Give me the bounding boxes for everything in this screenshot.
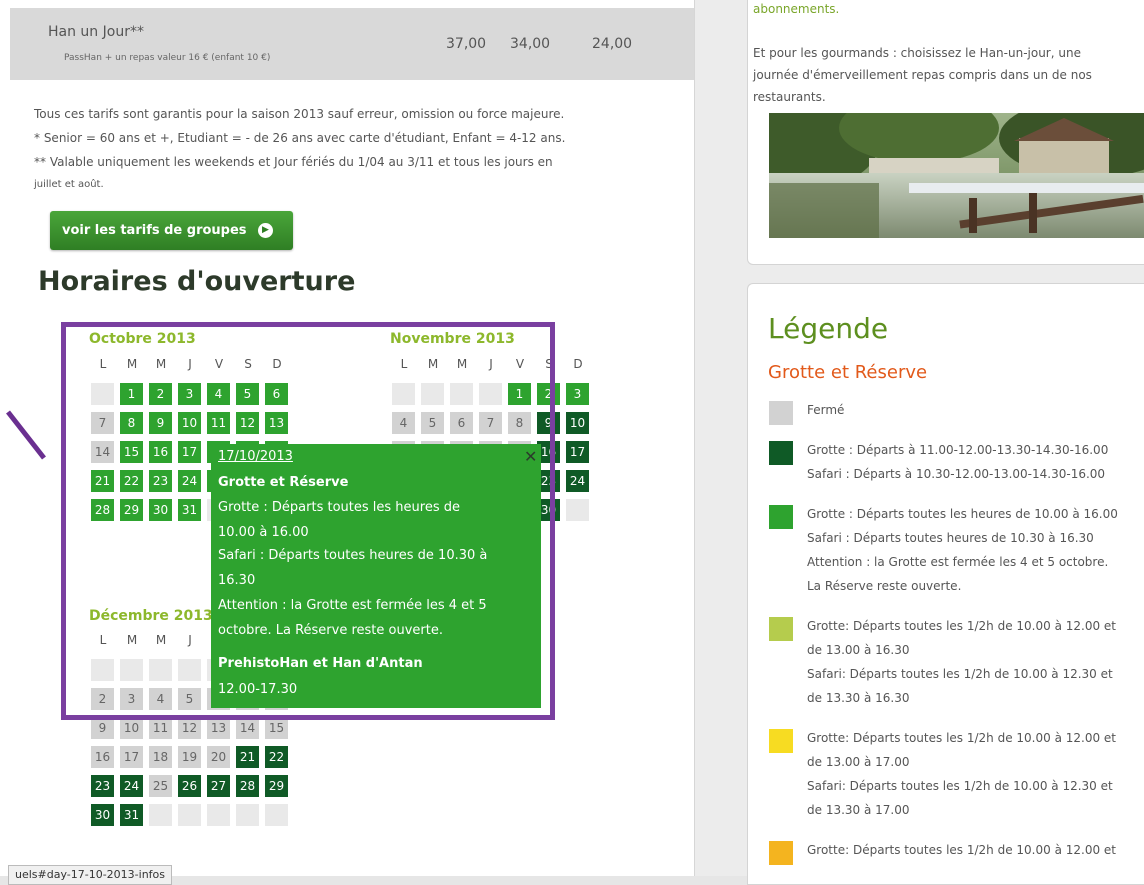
calendar-day[interactable]: 27 [207, 775, 230, 797]
calendar-day[interactable]: 3 [566, 383, 589, 405]
opening-hours-title: Horaires d'ouverture [38, 266, 356, 297]
legend-text: de 13.30 à 16.30 [807, 691, 910, 705]
note-validity: ** Valable uniquement les weekends et Jo… [34, 155, 553, 169]
calendar-day[interactable]: 10 [566, 412, 589, 434]
legend-text: Safari : Départs toutes heures de 10.30 … [807, 531, 1094, 545]
legend-text: Safari: Départs toutes les 1/2h de 10.00… [807, 667, 1113, 681]
calendar-day[interactable]: 17 [566, 441, 589, 463]
calendar-day[interactable]: 18 [149, 746, 172, 768]
calendar-day[interactable]: 25 [149, 775, 172, 797]
legend-text: Grotte : Départs toutes les heures de 10… [807, 507, 1118, 521]
calendar-day [265, 804, 288, 826]
note-categories: * Senior = 60 ans et +, Etudiant = - de … [34, 131, 566, 145]
calendar-day[interactable]: 23 [91, 775, 114, 797]
legend-text: Safari: Départs toutes les 1/2h de 10.00… [807, 779, 1113, 793]
price-description: PassHan + un repas valeur 16 € (enfant 1… [64, 53, 271, 63]
legend-text: La Réserve reste ouverte. [807, 579, 962, 593]
legend-text: Grotte: Départs toutes les 1/2h de 10.00… [807, 731, 1116, 745]
calendar-day[interactable]: 31 [120, 804, 143, 826]
weekday-header: D [573, 357, 583, 371]
calendar-day[interactable]: 19 [178, 746, 201, 768]
main-content: Han un Jour** PassHan + un repas valeur … [0, 0, 695, 885]
calendar-day[interactable]: 17 [120, 746, 143, 768]
legend-text: de 13.30 à 17.00 [807, 803, 910, 817]
legend-swatch [769, 729, 793, 753]
legend-subtitle: Grotte et Réserve [768, 362, 928, 383]
calendar-day[interactable]: 21 [236, 746, 259, 768]
calendar-day[interactable]: 29 [265, 775, 288, 797]
calendar-day[interactable]: 24 [120, 775, 143, 797]
highlight-frame [61, 322, 555, 720]
subscriptions-link-fragment[interactable]: abonnements. [753, 2, 839, 16]
gourmands-text: journée d'émerveillement repas compris d… [753, 68, 1092, 82]
legend-title: Légende [768, 312, 889, 345]
legend-swatch [769, 617, 793, 641]
legend-swatch [769, 441, 793, 465]
gourmands-text: restaurants. [753, 90, 826, 104]
legend-text: de 13.00 à 17.00 [807, 755, 910, 769]
calendar-day[interactable]: 24 [566, 470, 589, 492]
note-validity-cont: juillet et août. [34, 179, 104, 190]
legend-text: Grotte: Départs toutes les 1/2h de 10.00… [807, 619, 1116, 633]
price-adult: 37,00 [446, 36, 487, 52]
calendar-day[interactable]: 28 [236, 775, 259, 797]
legend-text: Grotte : Départs à 11.00-12.00-13.30-14.… [807, 443, 1109, 457]
calendar-day [566, 499, 589, 521]
group-rates-label: voir les tarifs de groupes [62, 223, 247, 238]
legend-swatch [769, 841, 793, 865]
status-bar-url: uels#day-17-10-2013-infos [8, 865, 173, 885]
calendar-day[interactable]: 30 [91, 804, 114, 826]
calendar-day[interactable]: 26 [178, 775, 201, 797]
restaurant-photo [769, 113, 1144, 238]
legend-text: Safari : Départs à 10.30-12.00-13.00-14.… [807, 467, 1106, 481]
arrow-right-icon: ▶ [258, 223, 273, 238]
price-row-han-un-jour: Han un Jour** PassHan + un repas valeur … [10, 8, 694, 80]
annotation-arrow-line [6, 410, 46, 460]
gourmands-text: Et pour les gourmands : choisissez le Ha… [753, 46, 1081, 60]
calendar-day[interactable]: 15 [265, 717, 288, 739]
calendar-day[interactable]: 16 [91, 746, 114, 768]
legend-swatch [769, 401, 793, 425]
calendar-day[interactable]: 13 [207, 717, 230, 739]
calendar-day [236, 804, 259, 826]
calendar-day[interactable]: 11 [149, 717, 172, 739]
calendar-day[interactable]: 9 [91, 717, 114, 739]
price-name: Han un Jour** [48, 24, 144, 40]
calendar-day[interactable]: 12 [178, 717, 201, 739]
legend-text: Grotte: Départs toutes les 1/2h de 10.00… [807, 843, 1116, 857]
calendar-day [178, 804, 201, 826]
legend-swatch [769, 505, 793, 529]
group-rates-button[interactable]: voir les tarifs de groupes ▶ [50, 211, 293, 250]
calendar-day[interactable]: 10 [120, 717, 143, 739]
legend-text: Attention : la Grotte est fermée les 4 e… [807, 555, 1109, 569]
calendar-day [149, 804, 172, 826]
calendar-day [207, 804, 230, 826]
note-guarantee: Tous ces tarifs sont garantis pour la sa… [34, 107, 565, 121]
legend-text: de 13.00 à 16.30 [807, 643, 910, 657]
calendar-day[interactable]: 14 [236, 717, 259, 739]
legend-text: Fermé [807, 403, 845, 417]
price-child: 24,00 [592, 36, 633, 52]
price-senior: 34,00 [510, 36, 551, 52]
calendar-day[interactable]: 22 [265, 746, 288, 768]
calendar-day[interactable]: 20 [207, 746, 230, 768]
